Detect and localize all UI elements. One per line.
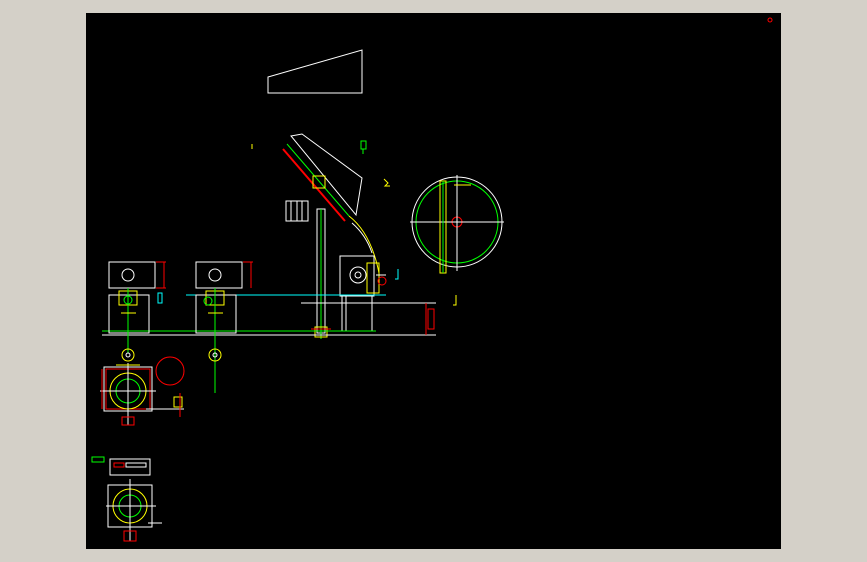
cad-drawing xyxy=(91,17,773,542)
drive-unit xyxy=(339,255,387,332)
station-left xyxy=(108,261,166,362)
title-block-wedge xyxy=(267,49,363,94)
ucs-marker xyxy=(767,17,773,23)
station-middle xyxy=(195,261,253,393)
section-view-a xyxy=(100,356,185,426)
inclined-conveyor xyxy=(282,133,380,339)
side-markers xyxy=(395,269,457,306)
base-lines xyxy=(102,294,436,336)
cad-drawing-area[interactable] xyxy=(86,13,781,549)
section-view-b xyxy=(106,479,162,542)
round-disc xyxy=(410,175,504,274)
detail-label-box xyxy=(91,456,151,476)
